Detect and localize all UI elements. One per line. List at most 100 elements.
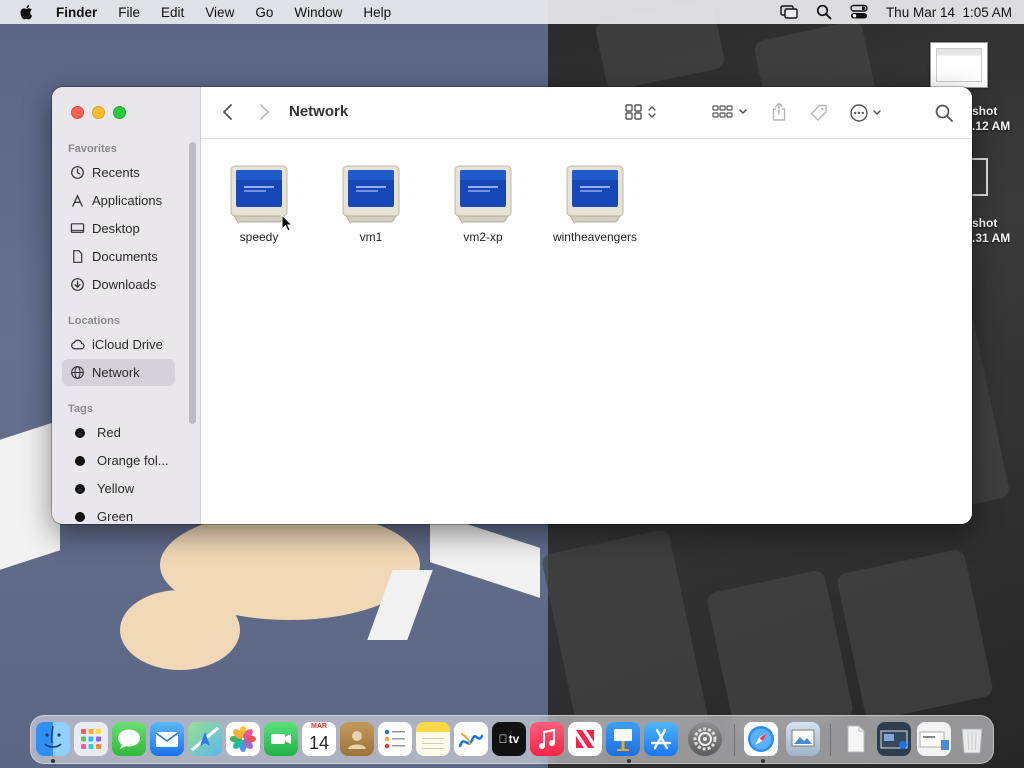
menu-help[interactable]: Help — [363, 5, 391, 20]
dock-notes[interactable] — [416, 722, 450, 756]
search-button[interactable] — [934, 103, 954, 123]
sidebar-item-label: Red — [97, 425, 121, 440]
dock-launchpad[interactable] — [74, 722, 108, 756]
sidebar-tag-green[interactable]: Green — [62, 503, 175, 524]
dock-system-settings[interactable] — [688, 722, 722, 756]
cloud-icon — [71, 339, 85, 350]
desktop-screenshot-thumbnail[interactable] — [930, 42, 988, 88]
desktop-file-label-2[interactable]: shot .31 AM — [972, 216, 1010, 246]
network-item-label: vm2-xp — [463, 230, 503, 244]
spotlight-search-icon[interactable] — [816, 4, 832, 20]
network-item-speedy[interactable]: speedy — [203, 164, 315, 244]
menu-window[interactable]: Window — [294, 5, 342, 20]
menu-clock[interactable]: Thu Mar 14 1:05 AM — [886, 5, 1012, 20]
dock-calendar[interactable]: MAR 14 — [302, 722, 336, 756]
desktop-icon — [70, 223, 85, 233]
launchpad-icon — [81, 729, 101, 749]
tag-dot-icon — [75, 511, 85, 522]
ellipsis-circle-icon — [850, 104, 868, 122]
sidebar-item-label: iCloud Drive — [92, 337, 163, 352]
sidebar-header-favorites: Favorites — [68, 143, 117, 155]
dock-downloads-stack[interactable] — [917, 722, 951, 756]
document-icon — [847, 725, 865, 753]
sidebar-tag-yellow[interactable]: Yellow — [62, 475, 175, 502]
dock-keynote[interactable] — [606, 722, 640, 756]
dock-reminders[interactable] — [378, 722, 412, 756]
dock-finder[interactable] — [36, 722, 70, 756]
dock-music[interactable] — [530, 722, 564, 756]
downloads-stack-icon — [919, 731, 949, 750]
network-item-vm2-xp[interactable]: vm2-xp — [427, 164, 539, 244]
dock-freeform[interactable] — [454, 722, 488, 756]
network-item-vm1[interactable]: vm1 — [315, 164, 427, 244]
menu-view[interactable]: View — [205, 5, 234, 20]
sidebar-item-label: Applications — [92, 193, 163, 208]
menu-edit[interactable]: Edit — [161, 5, 184, 20]
finder-window: Favorites Recents Applications Desktop D… — [52, 87, 972, 524]
sidebar-item-recents[interactable]: Recents — [62, 159, 175, 186]
sidebar-scrollbar[interactable] — [189, 142, 196, 424]
document-icon — [73, 250, 83, 263]
running-indicator — [627, 759, 631, 763]
chevron-left-icon — [223, 104, 232, 120]
dock-separator — [734, 724, 735, 756]
action-menu-button[interactable] — [849, 103, 882, 123]
dock-messages[interactable] — [112, 722, 146, 756]
sidebar-item-applications[interactable]: Applications — [62, 187, 175, 214]
view-options-button[interactable] — [625, 104, 657, 120]
apple-menu-icon[interactable] — [18, 3, 36, 21]
notes-icon — [422, 738, 444, 749]
sidebar-item-downloads[interactable]: Downloads — [62, 271, 175, 298]
icon-view-grid-icon — [625, 104, 642, 120]
network-computer-icon — [454, 165, 512, 223]
sidebar-item-documents[interactable]: Documents — [62, 243, 175, 270]
tags-button[interactable] — [809, 103, 829, 123]
network-item-wintheavengers[interactable]: wintheavengers — [539, 164, 651, 244]
sidebar-item-network[interactable]: Network — [62, 359, 175, 386]
sidebar-item-desktop[interactable]: Desktop — [62, 215, 175, 242]
dock-contacts[interactable] — [340, 722, 374, 756]
sidebar-tag-red[interactable]: Red — [62, 419, 175, 446]
menu-app-finder[interactable]: Finder — [56, 5, 97, 20]
dock-separator — [830, 724, 831, 756]
control-center-icon[interactable] — [850, 4, 868, 20]
dock-preview[interactable] — [786, 722, 820, 756]
close-window-button[interactable] — [71, 106, 84, 119]
dock-facetime[interactable] — [264, 722, 298, 756]
sidebar-item-icloud-drive[interactable]: iCloud Drive — [62, 331, 175, 358]
desktop-file-label[interactable]: shot .12 AM — [972, 104, 1010, 134]
menu-file[interactable]: File — [118, 5, 140, 20]
dock-photos[interactable] — [226, 722, 260, 756]
dock-app-store[interactable] — [644, 722, 678, 756]
zoom-window-button[interactable] — [113, 106, 126, 119]
screenshot-stack-icon — [880, 730, 908, 749]
dock-document-stack[interactable] — [839, 722, 873, 756]
sidebar-item-label: Documents — [92, 249, 158, 264]
dock-safari[interactable] — [744, 722, 778, 756]
forward-button[interactable] — [257, 103, 271, 121]
apple-tv-label: tv — [499, 732, 520, 746]
finder-face-icon — [44, 725, 62, 748]
screen-mirroring-icon[interactable] — [780, 4, 798, 20]
sidebar-item-label: Recents — [92, 165, 140, 180]
sidebar-header-locations: Locations — [68, 315, 120, 327]
sidebar-tag-orange[interactable]: Orange fol... — [62, 447, 175, 474]
contacts-icon — [348, 731, 366, 749]
minimize-window-button[interactable] — [92, 106, 105, 119]
menu-go[interactable]: Go — [255, 5, 273, 20]
dock-mail[interactable] — [150, 722, 184, 756]
chevron-down-icon — [873, 110, 881, 116]
back-button[interactable] — [221, 103, 235, 121]
dock-screenshot-stack[interactable] — [877, 722, 911, 756]
group-button[interactable] — [712, 104, 748, 120]
sidebar: Favorites Recents Applications Desktop D… — [52, 87, 201, 524]
sidebar-header-tags: Tags — [68, 403, 93, 415]
news-icon — [576, 730, 594, 748]
share-button[interactable] — [771, 102, 787, 122]
dock-apple-tv[interactable]: tv — [492, 722, 526, 756]
dock-trash[interactable] — [955, 722, 989, 756]
network-item-label: wintheavengers — [552, 230, 638, 244]
dock-news[interactable] — [568, 722, 602, 756]
dock-maps[interactable] — [188, 722, 222, 756]
network-computer-icon — [342, 165, 400, 223]
